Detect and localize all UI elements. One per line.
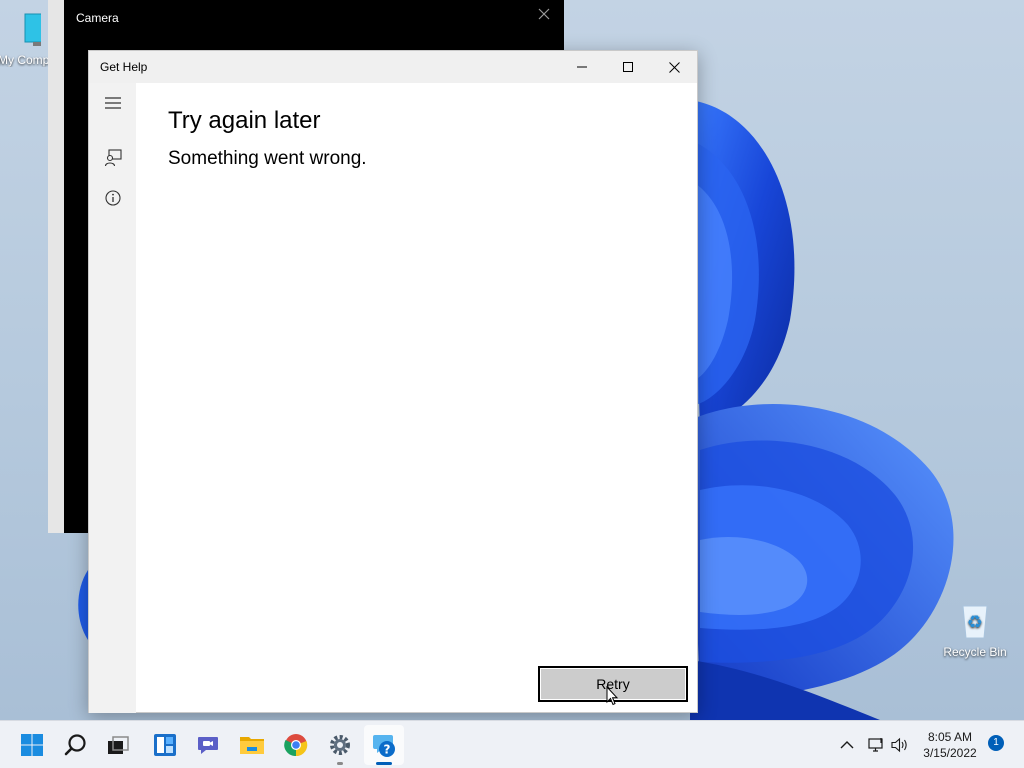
contact-support-icon [104, 149, 122, 167]
close-button[interactable] [651, 51, 697, 83]
computer-icon [24, 13, 50, 46]
svg-text:♻: ♻ [967, 612, 983, 633]
maximize-icon [623, 62, 633, 72]
hamburger-menu-button[interactable] [100, 90, 126, 116]
chrome-button[interactable] [276, 725, 316, 765]
chrome-icon [284, 734, 308, 757]
network-status-button[interactable] [864, 725, 888, 765]
taskbar-search-button[interactable] [56, 725, 96, 765]
get-help-taskbar-button[interactable]: ? [364, 725, 404, 765]
error-message: Something went wrong. [168, 148, 367, 169]
widgets-button[interactable] [145, 725, 185, 765]
error-heading: Try again later [168, 107, 321, 134]
volume-button[interactable] [888, 725, 912, 765]
nav-about-button[interactable] [100, 185, 126, 211]
info-icon [105, 190, 121, 206]
desktop-icon-label: Recycle Bin [943, 645, 1007, 659]
settings-icon [330, 735, 350, 755]
notification-badge[interactable]: 1 [988, 735, 1004, 751]
clock-date: 3/15/2022 [923, 746, 977, 760]
mouse-cursor-icon [606, 686, 618, 706]
nav-sidebar [89, 83, 136, 713]
window-title: Get Help [100, 60, 148, 74]
file-explorer-icon [240, 737, 264, 754]
title-bar[interactable]: Get Help [89, 51, 697, 83]
start-icon [21, 734, 43, 756]
network-icon [868, 738, 883, 752]
svg-text:?: ? [384, 743, 391, 757]
widgets-icon [154, 734, 176, 756]
get-help-icon: ? [373, 735, 395, 757]
start-button[interactable] [12, 725, 52, 765]
running-indicator [337, 762, 343, 765]
camera-window-title: Camera [76, 11, 119, 25]
task-view-icon [108, 736, 129, 754]
maximize-button[interactable] [605, 51, 651, 83]
minimize-button[interactable] [559, 51, 605, 83]
close-icon [538, 8, 550, 20]
desktop-icon-label: My Computer [0, 53, 50, 67]
nav-contact-support-button[interactable] [100, 145, 126, 171]
desktop-icon-my-computer[interactable]: My Computer [0, 12, 50, 67]
desktop-icon-recycle-bin[interactable]: ♻ Recycle Bin [943, 600, 1007, 659]
recycle-bin-icon: ♻ [962, 605, 988, 639]
minimize-icon [577, 66, 587, 68]
taskbar-clock[interactable]: 8:05 AM 3/15/2022 [918, 729, 982, 761]
teams-chat-button[interactable] [188, 725, 228, 765]
active-app-indicator [376, 762, 392, 765]
teams-chat-icon [198, 737, 218, 754]
task-view-button[interactable] [98, 725, 138, 765]
chevron-up-icon [840, 741, 854, 749]
speaker-icon [891, 737, 907, 753]
get-help-window[interactable]: Get Help Try again later Something went … [88, 50, 698, 713]
settings-button[interactable] [320, 725, 360, 765]
clock-time: 8:05 AM [927, 730, 973, 744]
close-icon [668, 61, 680, 73]
search-icon [64, 734, 86, 756]
file-explorer-button[interactable] [232, 725, 272, 765]
camera-close-button[interactable] [538, 8, 550, 24]
taskbar: ? 8:05 AM 3/15/2022 [0, 720, 1024, 768]
main-content: Try again later Something went wrong. Re… [136, 83, 697, 712]
hamburger-icon [105, 97, 121, 109]
show-hidden-icons-button[interactable] [834, 725, 860, 765]
